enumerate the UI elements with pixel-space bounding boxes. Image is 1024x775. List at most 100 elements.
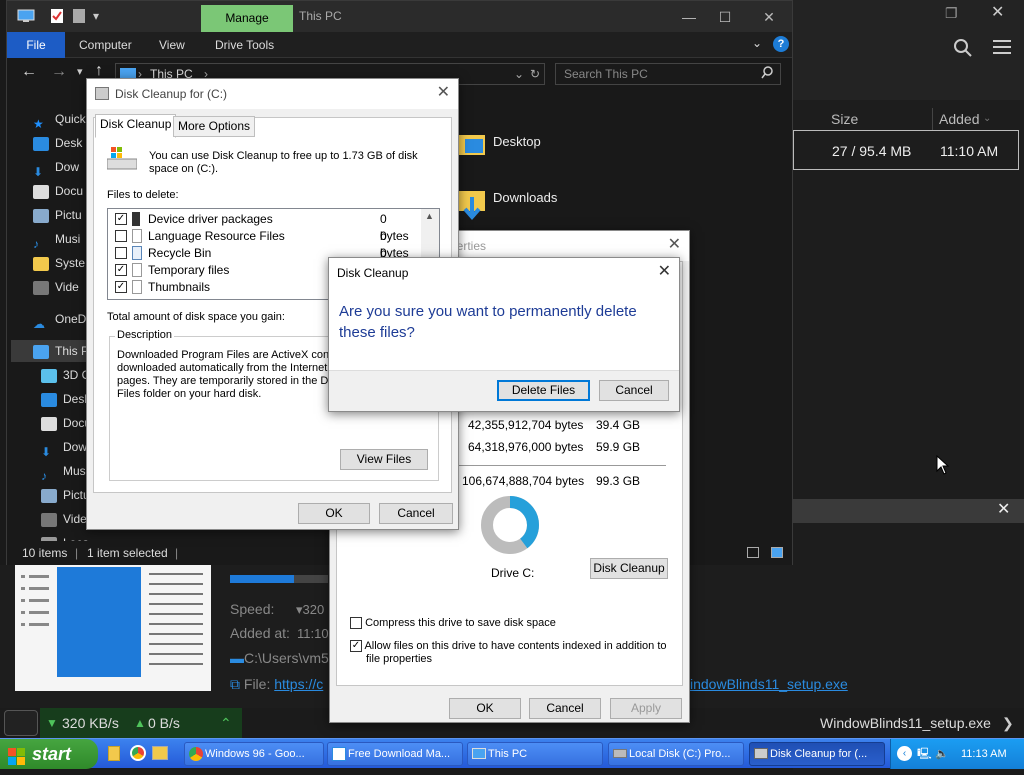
cancel-button[interactable]: Cancel xyxy=(529,698,601,719)
nav-documents-2[interactable]: Docu xyxy=(41,412,89,434)
file-checkbox[interactable]: ✓ xyxy=(115,264,127,276)
nav-desktop[interactable]: Desk xyxy=(33,132,82,154)
tab-drive-tools[interactable]: Drive Tools xyxy=(215,32,274,58)
file-preview xyxy=(15,565,211,691)
disk-cleanup-button[interactable]: Disk Cleanup xyxy=(590,558,668,579)
tab-more-options[interactable]: More Options xyxy=(173,116,256,137)
new-folder-qat-icon[interactable] xyxy=(73,9,85,26)
file-checkbox[interactable]: ✓ xyxy=(115,213,127,225)
nav-downloads[interactable]: ⬇ Dow xyxy=(33,156,79,179)
menu-icon[interactable] xyxy=(993,38,1011,57)
index-option-line2: file properties xyxy=(366,653,433,665)
minimize-button[interactable]: — xyxy=(669,5,709,29)
quicklaunch-folder-icon[interactable] xyxy=(108,746,120,761)
nav-system[interactable]: Syste xyxy=(33,252,85,274)
file-name-link[interactable]: indowBlinds11_setup.exe xyxy=(690,676,848,692)
ok-button[interactable]: OK xyxy=(298,503,370,524)
file-checkbox[interactable] xyxy=(115,247,127,259)
expand-chevron-icon[interactable]: ⌃ xyxy=(220,708,232,738)
cancel-button[interactable]: Cancel xyxy=(379,503,453,524)
close-details-icon[interactable]: ✕ xyxy=(997,499,1010,519)
address-dropdown-icon[interactable]: ⌄ xyxy=(514,64,524,84)
nav-quick-access[interactable]: ★ Quick xyxy=(33,108,86,131)
network-icon[interactable]: 🖳 xyxy=(917,739,932,769)
expand-ribbon-icon[interactable]: ⌄ xyxy=(752,36,762,50)
apply-button[interactable]: Apply xyxy=(610,698,682,719)
nav-pictures[interactable]: Pictu xyxy=(33,204,82,226)
task-local-disk-properties[interactable]: Local Disk (C:) Pro... xyxy=(608,742,744,766)
close-icon[interactable]: ✕ xyxy=(658,258,671,286)
file-checkbox[interactable]: ✓ xyxy=(115,281,127,293)
refresh-icon[interactable]: ↻ xyxy=(530,64,540,84)
quicklaunch-explorer-icon[interactable] xyxy=(152,746,168,760)
search-icon[interactable] xyxy=(953,38,973,61)
nav-3d-objects[interactable]: 3D O xyxy=(41,364,89,386)
clock[interactable]: 11:13 AM xyxy=(961,739,1007,769)
nav-this-pc[interactable]: This P xyxy=(11,340,89,362)
close-icon[interactable]: ✕ xyxy=(991,2,1004,22)
column-added[interactable]: Added xyxy=(939,108,979,130)
nav-music-2[interactable]: ♪ Musi xyxy=(41,460,88,483)
search-input[interactable]: Search This PC xyxy=(555,63,781,85)
column-size[interactable]: Size xyxy=(831,108,858,130)
search-icon[interactable] xyxy=(761,66,774,82)
file-checkbox[interactable] xyxy=(115,230,127,242)
back-arrow-icon[interactable]: ← xyxy=(21,63,37,81)
pc-icon xyxy=(33,344,49,359)
tab-manage[interactable]: Manage xyxy=(201,5,293,32)
nav-music[interactable]: ♪ Musi xyxy=(33,228,80,251)
start-button[interactable]: start xyxy=(0,739,98,769)
tab-disk-cleanup[interactable]: Disk Cleanup xyxy=(95,114,177,138)
tab-file[interactable]: File xyxy=(7,32,65,58)
close-icon[interactable]: ✕ xyxy=(668,231,681,259)
scroll-up-icon[interactable]: ▲ xyxy=(425,211,434,221)
nav-desktop-2[interactable]: Desk xyxy=(41,388,89,410)
delete-files-button[interactable]: Delete Files xyxy=(497,380,590,401)
index-option[interactable]: ✓ Allow files on this drive to have cont… xyxy=(350,640,667,653)
tab-view[interactable]: View xyxy=(159,32,185,58)
close-button[interactable]: ✕ xyxy=(749,5,789,29)
compress-option[interactable]: Compress this drive to save disk space xyxy=(350,617,556,630)
properties-qat-icon[interactable] xyxy=(51,9,63,26)
large-icons-view-icon[interactable] xyxy=(771,547,783,558)
capacity-gb: 99.3 GB xyxy=(596,474,641,488)
list-item[interactable]: Language Resource Files 0 bytes xyxy=(108,228,414,260)
quicklaunch-chrome-icon[interactable] xyxy=(130,745,146,761)
maximize-button[interactable]: ☐ xyxy=(705,5,745,29)
confirm-delete-dialog: Disk Cleanup ✕ Are you sure you want to … xyxy=(328,257,680,412)
nav-pictures-2[interactable]: Pictu xyxy=(41,484,89,506)
list-item[interactable]: ✓ Device driver packages 0 bytes xyxy=(108,211,414,243)
task-chrome[interactable]: Windows 96 - Goo... xyxy=(184,742,324,766)
nav-onedrive[interactable]: ☁ OneDr xyxy=(33,308,89,331)
qat-dropdown-icon[interactable]: ▾ xyxy=(93,9,99,23)
volume-icon[interactable]: 🔈 xyxy=(935,739,949,769)
restore-icon[interactable]: ❐ xyxy=(945,5,958,22)
ok-button[interactable]: OK xyxy=(449,698,521,719)
index-checkbox[interactable]: ✓ xyxy=(350,640,362,653)
nav-documents[interactable]: Docu xyxy=(33,180,83,202)
task-disk-cleanup[interactable]: Disk Cleanup for (... xyxy=(749,742,885,766)
forward-arrow-icon[interactable]: → xyxy=(51,63,67,81)
app-logo-icon[interactable] xyxy=(4,710,38,736)
file-url-link[interactable]: https://c xyxy=(274,676,323,692)
recent-dropdown-icon[interactable]: ▾ xyxy=(77,65,83,78)
nav-videos[interactable]: Vide xyxy=(33,276,79,298)
compress-checkbox[interactable] xyxy=(350,617,362,630)
music-icon: ♪ xyxy=(41,468,47,483)
nav-downloads-2[interactable]: ⬇ Dow xyxy=(41,436,87,459)
nav-videos-2[interactable]: Vide xyxy=(41,508,87,530)
file-icon xyxy=(132,280,142,294)
speed-label: Speed: xyxy=(230,601,275,617)
task-this-pc[interactable]: This PC xyxy=(467,742,603,766)
details-view-icon[interactable] xyxy=(747,547,759,558)
task-free-download-manager[interactable]: Free Download Ma... xyxy=(327,742,463,766)
cancel-button[interactable]: Cancel xyxy=(599,380,669,401)
tab-computer[interactable]: Computer xyxy=(79,32,132,58)
help-icon[interactable]: ? xyxy=(773,36,789,52)
close-icon[interactable]: ✕ xyxy=(437,79,450,107)
view-files-button[interactable]: View Files xyxy=(340,449,428,470)
tray-expand-icon[interactable]: ‹ xyxy=(897,746,912,761)
download-row[interactable]: 27 / 95.4 MB 11:10 AM xyxy=(793,130,1019,170)
chevron-right-icon[interactable]: ❯ xyxy=(1002,708,1014,738)
path-row[interactable]: ▬C:\Users\vm5 xyxy=(230,650,329,666)
